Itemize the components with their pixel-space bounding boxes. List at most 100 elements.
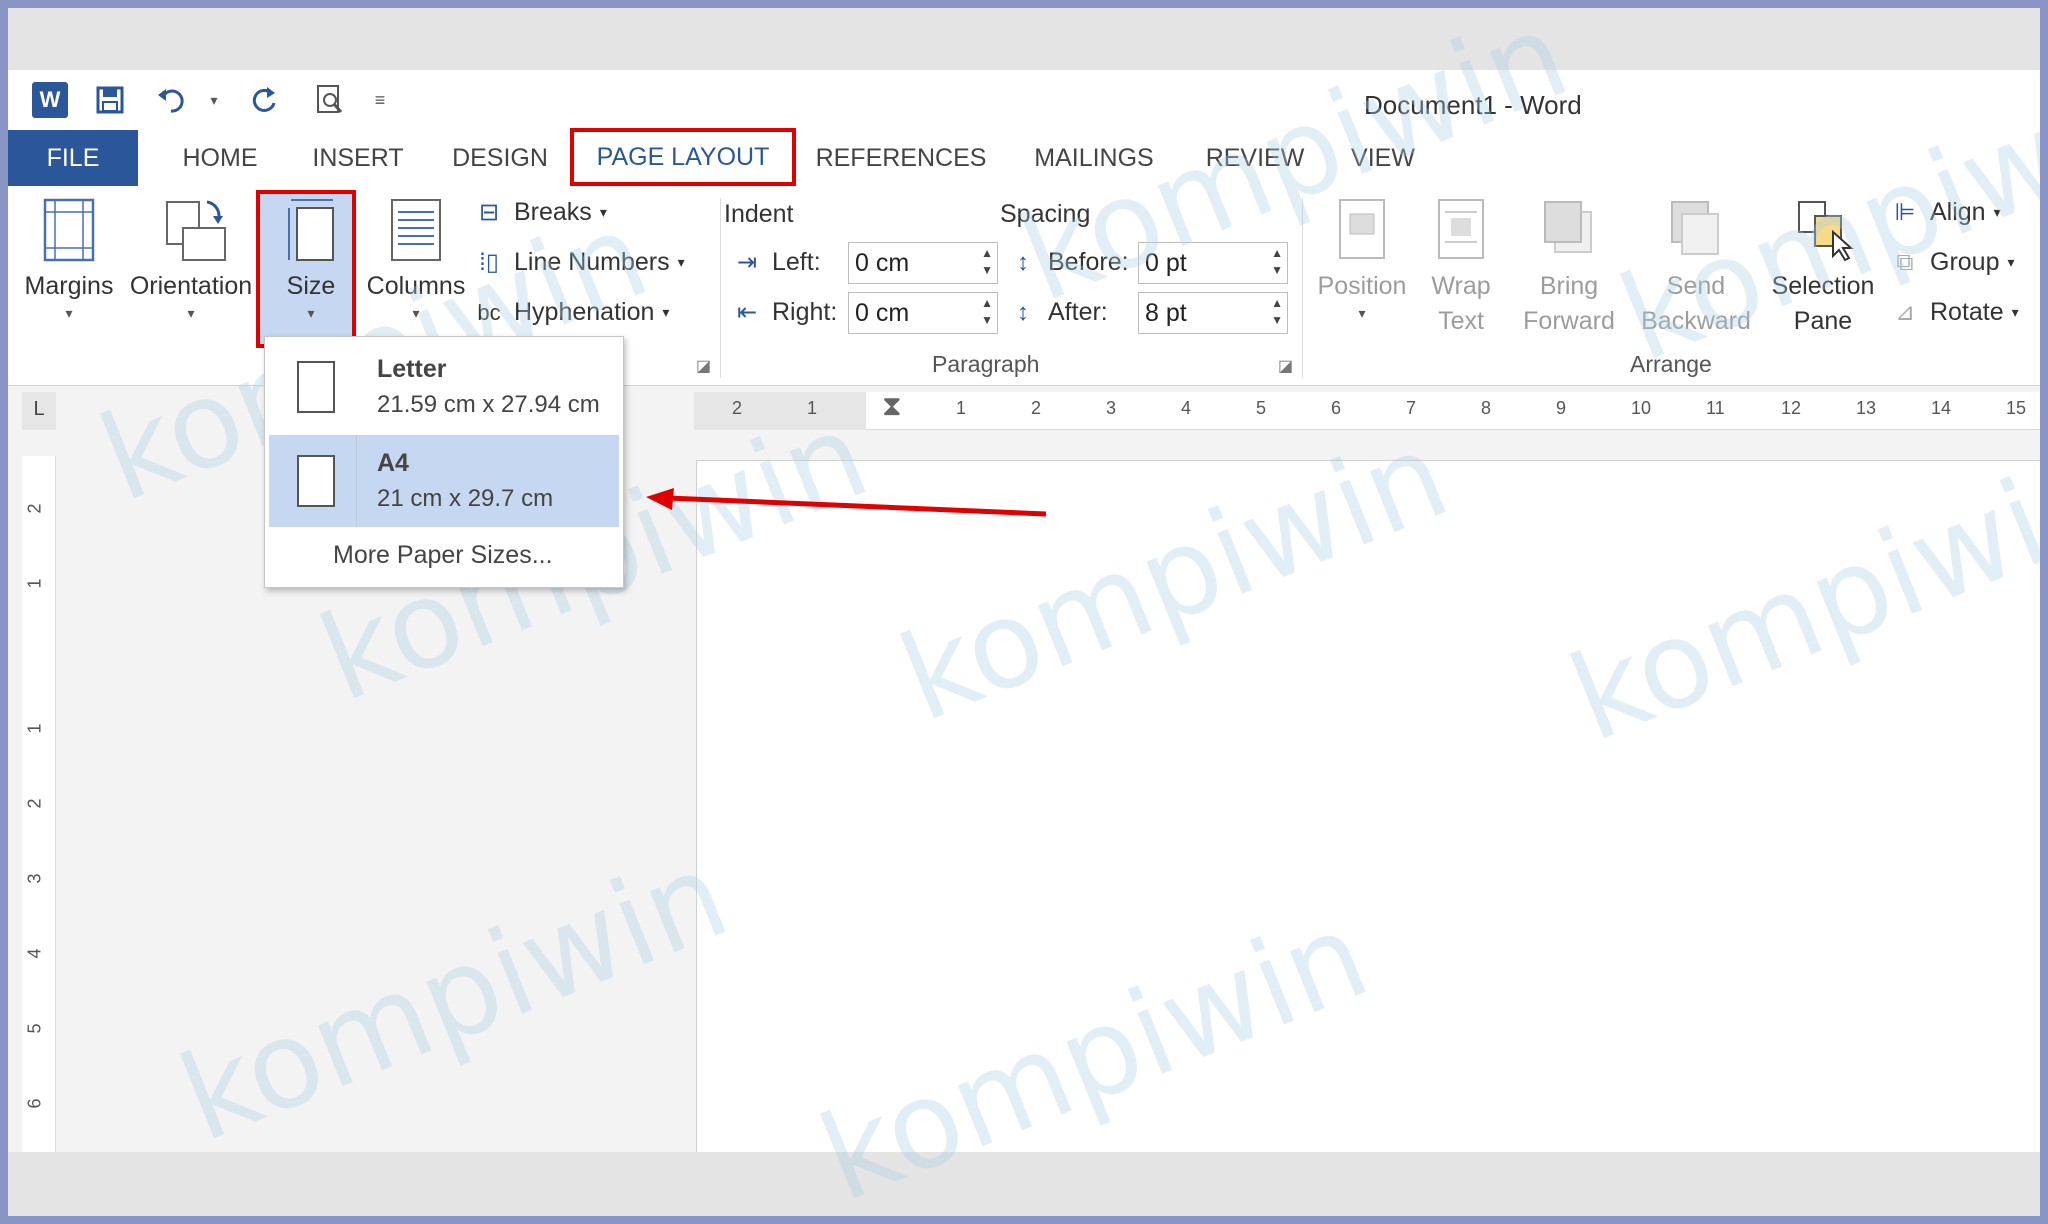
bring-forward-button[interactable]: Bring Forward <box>1512 196 1626 336</box>
word-window: W ▾ ≡ Document1 - Word FILE HOME INSERT … <box>8 8 2040 1216</box>
size-button[interactable]: Size ▾ <box>266 196 356 322</box>
indent-label: Indent <box>724 200 794 228</box>
size-icon <box>283 196 339 264</box>
tab-mailings[interactable]: MAILINGS <box>1024 130 1164 186</box>
size-dropdown: Letter 21.59 cm x 27.94 cm A4 21 cm x 29… <box>264 336 624 588</box>
send-backward-button[interactable]: Send Backward <box>1632 196 1760 336</box>
rotate-icon: ⊿ <box>1894 299 1916 326</box>
tab-references[interactable]: REFERENCES <box>816 130 987 186</box>
indent-right-icon: ⇤ <box>736 299 758 326</box>
tab-design[interactable]: DESIGN <box>438 130 562 186</box>
size-caret: ▾ <box>307 305 315 321</box>
window-title: Document1 - Word <box>1364 90 1582 120</box>
selection-pane-button[interactable]: Selection Pane <box>1766 196 1880 336</box>
ruler-tick-label: 2 <box>24 503 45 514</box>
indent-left-spinner[interactable]: ▲ ▼ <box>981 245 993 279</box>
indent-left-input[interactable]: 0 cm ▲ ▼ <box>848 242 998 284</box>
separator <box>1302 198 1303 378</box>
more-paper-sizes-link[interactable]: More Paper Sizes... <box>333 541 553 570</box>
size-option-a4[interactable]: A4 21 cm x 29.7 cm <box>269 435 619 527</box>
ruler-tick-label: 5 <box>24 1023 45 1034</box>
tab-file[interactable]: FILE <box>8 130 138 186</box>
selection-pane-icon <box>1795 196 1854 264</box>
hyphenation-button[interactable]: bc Hyphenation ▾ <box>472 298 669 327</box>
ruler-margin <box>694 392 866 430</box>
spacing-before-input[interactable]: 0 pt ▲ ▼ <box>1138 242 1288 284</box>
margins-icon <box>41 196 97 264</box>
wrap-text-button[interactable]: Wrap Text <box>1416 196 1506 336</box>
spacing-after-input[interactable]: 8 pt ▲ ▼ <box>1138 292 1288 334</box>
breaks-button[interactable]: ⊟ Breaks ▾ <box>472 198 607 227</box>
undo-dropdown-icon[interactable]: ▾ <box>194 80 234 120</box>
page-thumbnail-icon <box>297 361 335 413</box>
ruler-tick-label: 4 <box>1181 398 1192 418</box>
ruler-tick-label: 3 <box>24 873 45 884</box>
ruler-tick-label: 4 <box>24 948 45 959</box>
spacing-before-spinner[interactable]: ▲ ▼ <box>1271 245 1283 279</box>
size-option-letter[interactable]: Letter 21.59 cm x 27.94 cm <box>269 341 619 433</box>
ruler-tick-label: 7 <box>1406 398 1417 418</box>
tab-insert[interactable]: INSERT <box>296 130 420 186</box>
margins-button[interactable]: Margins ▾ <box>22 196 116 322</box>
tab-page-layout[interactable]: PAGE LAYOUT <box>570 128 796 186</box>
indent-right-input[interactable]: 0 cm ▲ ▼ <box>848 292 998 334</box>
spacing-after-spinner[interactable]: ▲ ▼ <box>1271 295 1283 329</box>
annotation-arrow-icon <box>646 488 1047 517</box>
top-strip <box>8 8 2040 70</box>
columns-icon <box>388 196 444 264</box>
ruler-tick-label: 11 <box>1706 398 1725 418</box>
separator <box>720 198 721 378</box>
line-numbers-button[interactable]: ⁞▯ Line Numbers ▾ <box>472 248 685 277</box>
hyphenation-icon: bc <box>477 299 501 325</box>
bring-forward-icon <box>1541 196 1597 264</box>
print-preview-icon[interactable] <box>310 80 350 120</box>
columns-button[interactable]: Columns ▾ <box>364 196 468 322</box>
indent-right-label: ⇤ Right: <box>730 298 837 327</box>
ruler-tick-label: 1 <box>24 578 45 589</box>
indent-left-label: ⇥ Left: <box>730 248 821 277</box>
margins-caret: ▾ <box>65 305 73 321</box>
tab-view[interactable]: VIEW <box>1338 130 1428 186</box>
tab-review[interactable]: REVIEW <box>1200 130 1310 186</box>
ruler-tick-label: 3 <box>1106 398 1117 418</box>
redo-icon[interactable] <box>244 80 284 120</box>
save-icon[interactable] <box>90 80 130 120</box>
columns-caret: ▾ <box>412 305 420 321</box>
rotate-button[interactable]: ⊿ Rotate ▾ <box>1888 298 2019 327</box>
align-icon: ⊫ <box>1894 199 1916 226</box>
group-button[interactable]: ⧉ Group ▾ <box>1888 248 2014 277</box>
ruler-tick-label: 15 <box>2006 398 2027 418</box>
tab-home[interactable]: HOME <box>158 130 282 186</box>
ruler-tick-label: 2 <box>24 798 45 809</box>
position-button[interactable]: Position ▾ <box>1314 196 1410 322</box>
orientation-icon <box>163 196 226 264</box>
ruler-tick-label: 10 <box>1631 398 1652 418</box>
ruler-tick-label: 8 <box>1481 398 1492 418</box>
customize-qat-icon[interactable]: ≡ <box>360 80 400 120</box>
page-thumbnail-icon <box>297 455 335 507</box>
line-numbers-icon: ⁞▯ <box>479 249 499 276</box>
spacing-before-label: ↕ Before: <box>1006 248 1129 277</box>
indent-right-spinner[interactable]: ▲ ▼ <box>981 295 993 329</box>
indent-marker-icon[interactable]: ⧗ <box>882 390 902 423</box>
ribbon-tabs: FILE HOME INSERT DESIGN PAGE LAYOUT REFE… <box>8 128 2040 186</box>
document-page[interactable] <box>696 460 2040 1160</box>
align-button[interactable]: ⊫ Align ▾ <box>1888 198 2001 227</box>
spacing-after-label: ↕ After: <box>1006 298 1108 327</box>
ruler-tick-label: 9 <box>1556 398 1567 418</box>
ruler-tick-label: 12 <box>1781 398 1802 418</box>
ruler-tick-label: 1 <box>807 398 818 418</box>
quick-access-toolbar: W ▾ ≡ Document1 - Word <box>8 70 2040 138</box>
group-icon: ⧉ <box>1896 248 1914 276</box>
spacing-label: Spacing <box>1000 200 1091 228</box>
bottom-strip <box>8 1152 2040 1216</box>
orientation-button[interactable]: Orientation ▾ <box>126 196 256 322</box>
page-setup-launcher-icon[interactable]: ◪ <box>696 356 711 376</box>
undo-icon[interactable] <box>154 80 194 120</box>
tab-selector[interactable]: L <box>22 392 56 430</box>
paragraph-launcher-icon[interactable]: ◪ <box>1278 356 1293 376</box>
orientation-caret: ▾ <box>187 305 195 321</box>
word-logo-icon: W <box>30 80 70 120</box>
breaks-icon: ⊟ <box>478 199 500 226</box>
ruler-tick-label: 1 <box>24 723 45 734</box>
